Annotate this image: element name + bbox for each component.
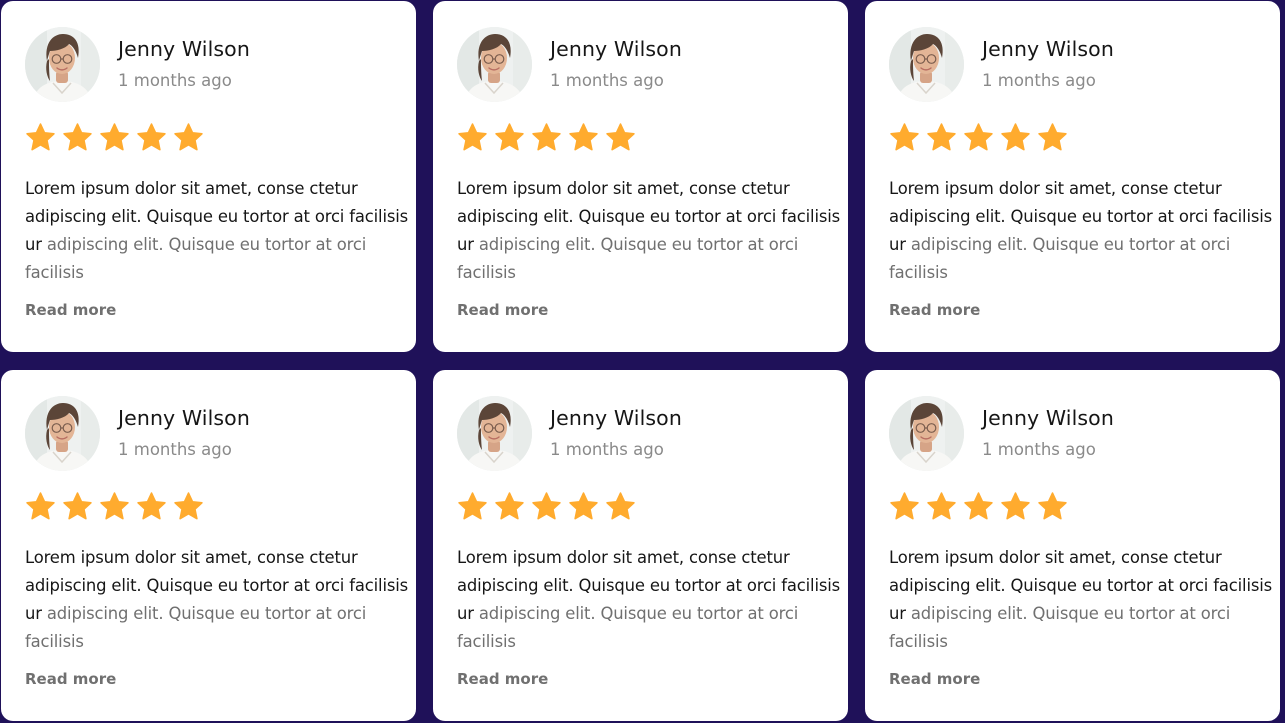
star-rating [889, 491, 1068, 522]
star-icon [458, 492, 487, 520]
user-avatar-photo-icon [457, 27, 532, 102]
review-time: 1 months ago [118, 440, 232, 459]
star-icon [26, 492, 55, 520]
user-avatar [457, 396, 532, 471]
star-icon [1001, 123, 1030, 151]
star-icon [174, 492, 203, 520]
read-more-link[interactable]: Read more [889, 670, 980, 688]
review-time: 1 months ago [550, 440, 664, 459]
star-rating [457, 491, 636, 522]
star-icon [137, 123, 166, 151]
user-avatar [25, 396, 100, 471]
review-text-rest: adipiscing elit. Quisque eu tortor at or… [25, 604, 367, 651]
star-icon [569, 492, 598, 520]
review-text-rest: adipiscing elit. Quisque eu tortor at or… [457, 235, 799, 282]
star-icon [964, 123, 993, 151]
review-text-rest: adipiscing elit. Quisque eu tortor at or… [457, 604, 799, 651]
star-icon [606, 123, 635, 151]
review-text: Lorem ipsum dolor sit amet, conse ctetur… [457, 175, 842, 287]
review-time: 1 months ago [982, 71, 1096, 90]
read-more-link[interactable]: Read more [457, 670, 548, 688]
reviews-grid: Jenny Wilson 1 months ago Lorem ipsum do… [1, 1, 1280, 721]
user-avatar-photo-icon [889, 27, 964, 102]
user-avatar-photo-icon [25, 396, 100, 471]
star-icon [1038, 492, 1067, 520]
review-card: Jenny Wilson 1 months ago Lorem ipsum do… [433, 1, 848, 352]
reviewer-name: Jenny Wilson [982, 37, 1114, 61]
star-icon [927, 123, 956, 151]
star-icon [1038, 123, 1067, 151]
star-icon [927, 492, 956, 520]
star-icon [174, 123, 203, 151]
review-time: 1 months ago [550, 71, 664, 90]
read-more-link[interactable]: Read more [457, 301, 548, 319]
star-rating [889, 122, 1068, 153]
star-icon [495, 492, 524, 520]
star-icon [890, 123, 919, 151]
read-more-link[interactable]: Read more [25, 301, 116, 319]
review-text-rest: adipiscing elit. Quisque eu tortor at or… [25, 235, 367, 282]
reviewer-name: Jenny Wilson [550, 37, 682, 61]
review-text: Lorem ipsum dolor sit amet, conse ctetur… [25, 175, 410, 287]
review-card: Jenny Wilson 1 months ago Lorem ipsum do… [433, 370, 848, 721]
star-rating [457, 122, 636, 153]
star-icon [890, 492, 919, 520]
star-icon [137, 492, 166, 520]
user-avatar-photo-icon [889, 396, 964, 471]
star-icon [100, 492, 129, 520]
star-icon [569, 123, 598, 151]
user-avatar [25, 27, 100, 102]
read-more-link[interactable]: Read more [889, 301, 980, 319]
star-rating [25, 122, 204, 153]
review-text: Lorem ipsum dolor sit amet, conse ctetur… [889, 175, 1274, 287]
review-card: Jenny Wilson 1 months ago Lorem ipsum do… [1, 370, 416, 721]
star-icon [1001, 492, 1030, 520]
user-avatar-photo-icon [25, 27, 100, 102]
star-icon [63, 123, 92, 151]
review-time: 1 months ago [982, 440, 1096, 459]
star-icon [495, 123, 524, 151]
reviewer-name: Jenny Wilson [982, 406, 1114, 430]
read-more-link[interactable]: Read more [25, 670, 116, 688]
star-icon [532, 123, 561, 151]
user-avatar [889, 27, 964, 102]
star-rating [25, 491, 204, 522]
reviewer-name: Jenny Wilson [118, 37, 250, 61]
user-avatar-photo-icon [457, 396, 532, 471]
review-text: Lorem ipsum dolor sit amet, conse ctetur… [457, 544, 842, 656]
star-icon [458, 123, 487, 151]
reviewer-name: Jenny Wilson [550, 406, 682, 430]
review-text-rest: adipiscing elit. Quisque eu tortor at or… [889, 235, 1231, 282]
review-text-rest: adipiscing elit. Quisque eu tortor at or… [889, 604, 1231, 651]
star-icon [606, 492, 635, 520]
star-icon [100, 123, 129, 151]
user-avatar [457, 27, 532, 102]
star-icon [26, 123, 55, 151]
review-text: Lorem ipsum dolor sit amet, conse ctetur… [889, 544, 1274, 656]
reviewer-name: Jenny Wilson [118, 406, 250, 430]
star-icon [532, 492, 561, 520]
user-avatar [889, 396, 964, 471]
review-card: Jenny Wilson 1 months ago Lorem ipsum do… [865, 370, 1280, 721]
review-card: Jenny Wilson 1 months ago Lorem ipsum do… [1, 1, 416, 352]
star-icon [63, 492, 92, 520]
review-time: 1 months ago [118, 71, 232, 90]
review-card: Jenny Wilson 1 months ago Lorem ipsum do… [865, 1, 1280, 352]
star-icon [964, 492, 993, 520]
review-text: Lorem ipsum dolor sit amet, conse ctetur… [25, 544, 410, 656]
